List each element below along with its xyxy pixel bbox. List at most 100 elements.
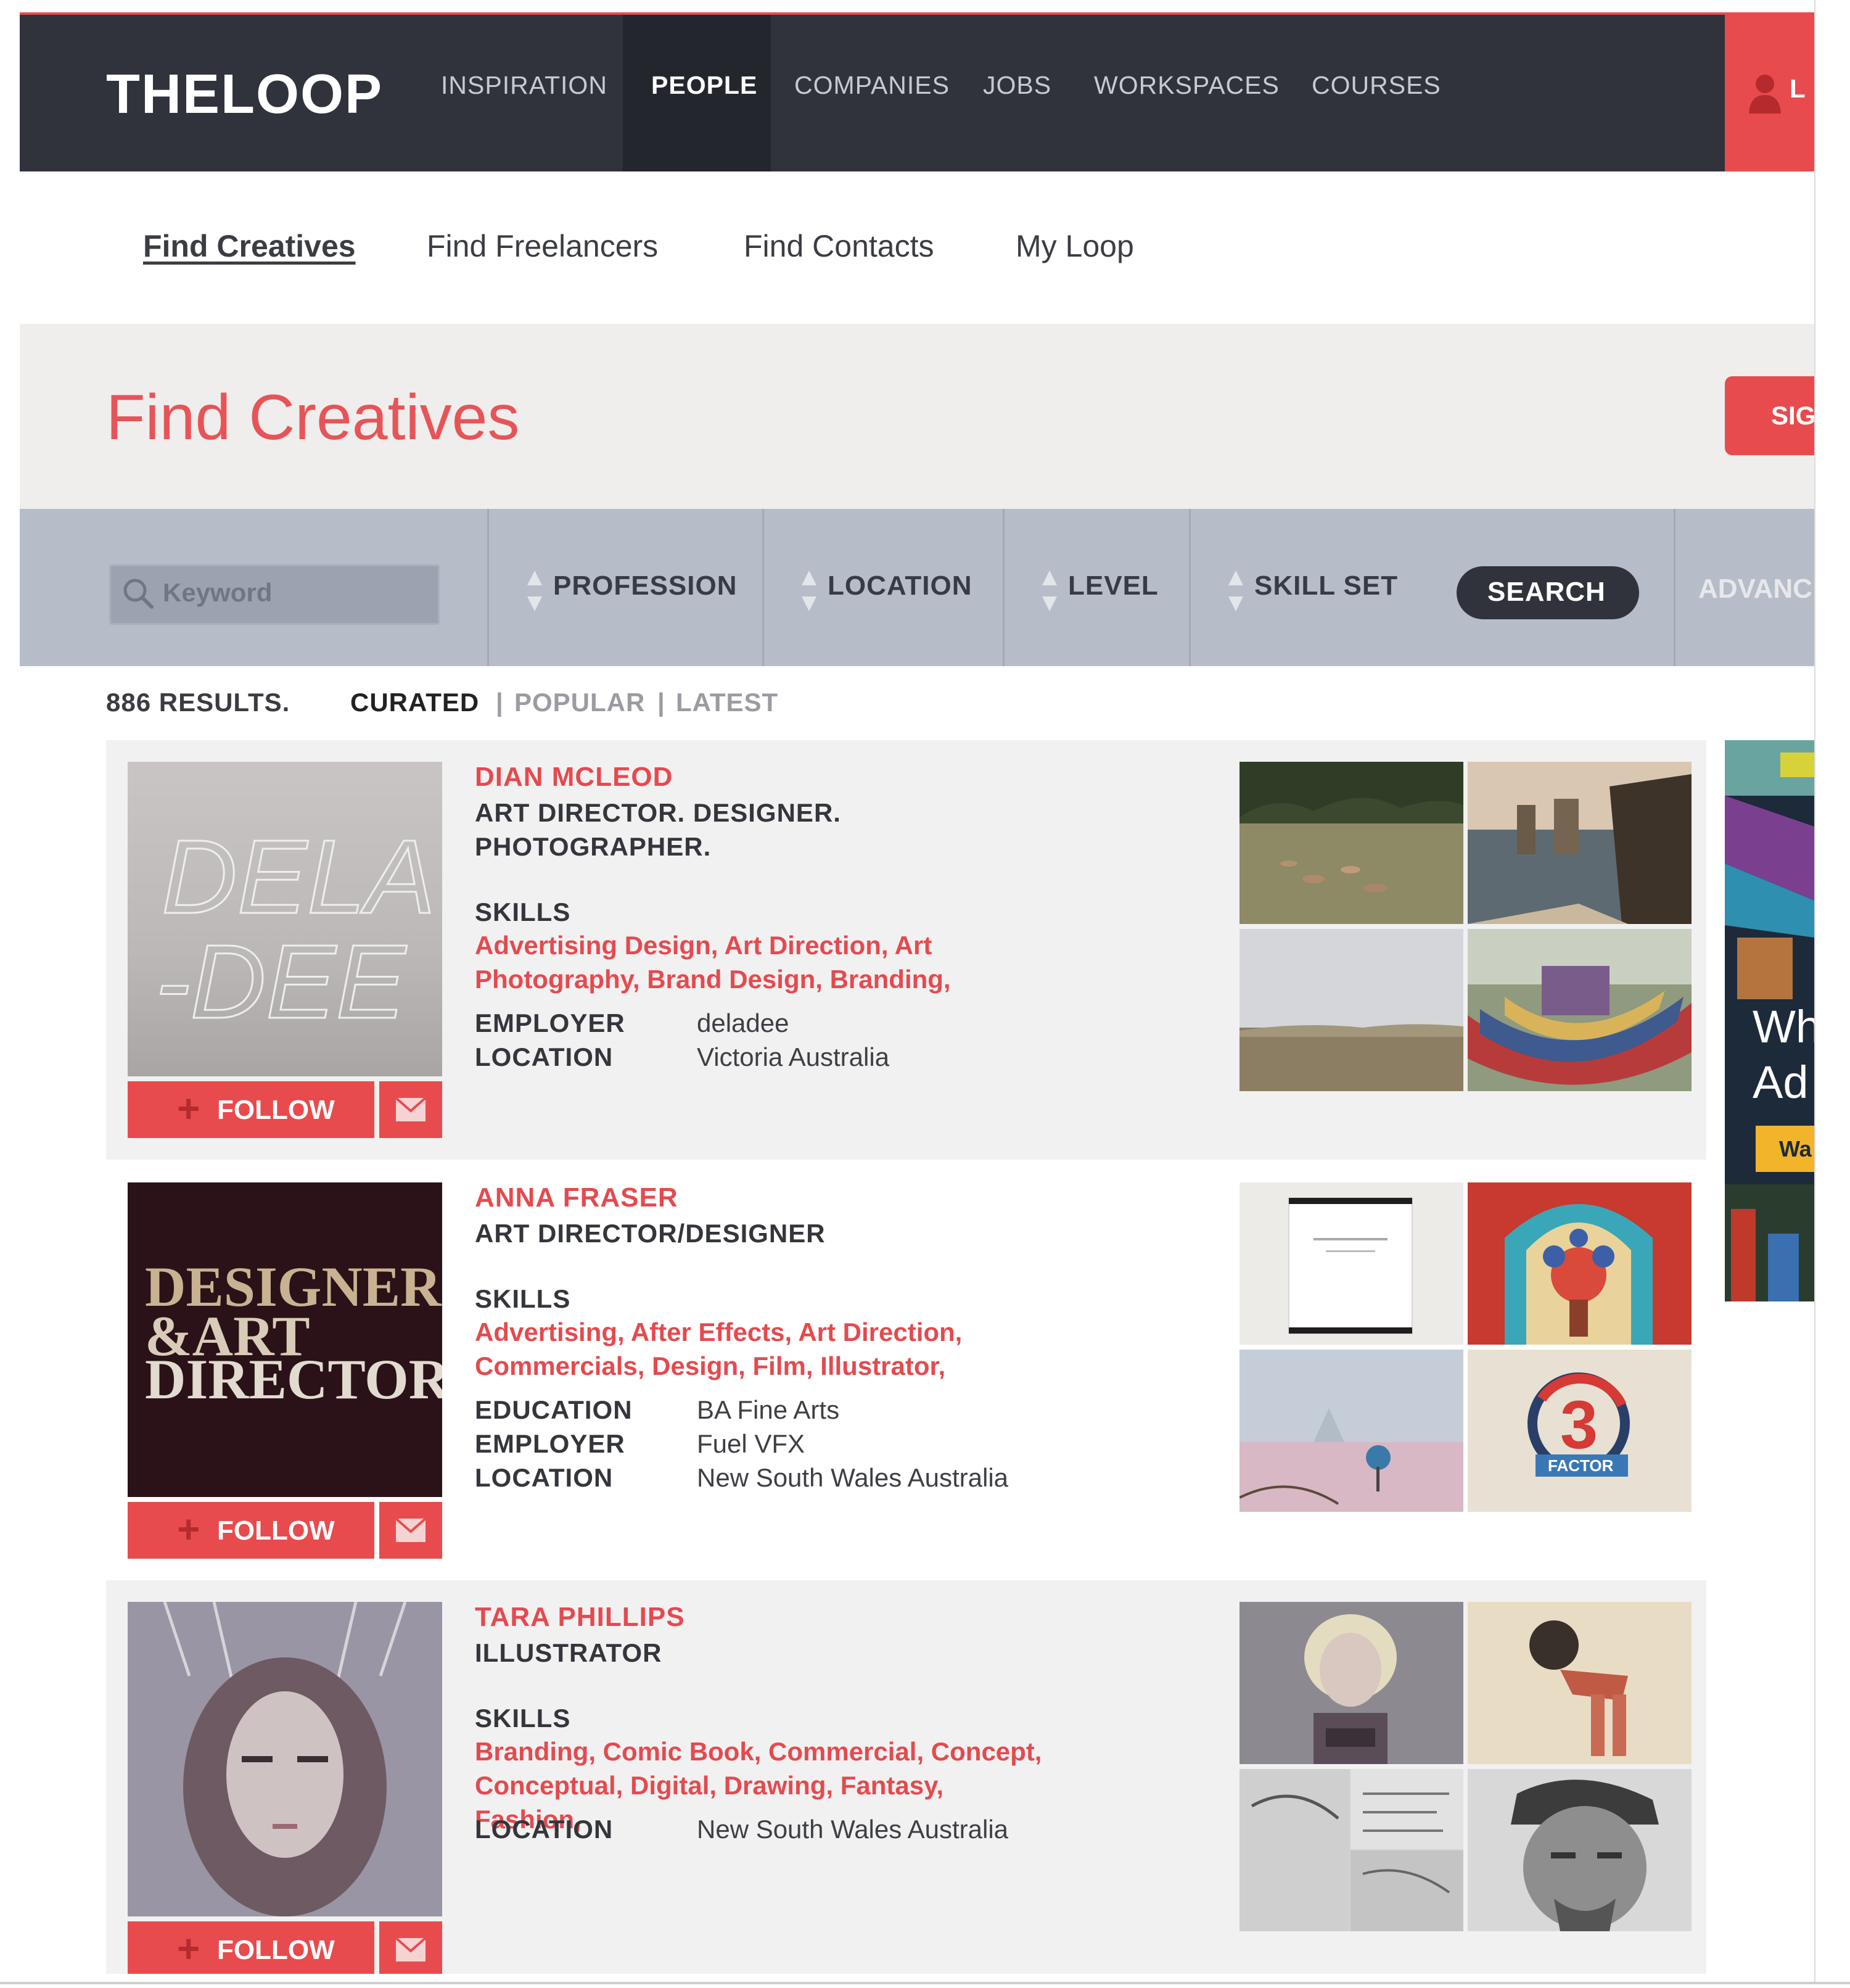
detail-label: LOCATION: [475, 1815, 614, 1844]
role-line: PHOTOGRAPHER.: [475, 832, 712, 861]
sort-curated[interactable]: CURATED: [350, 688, 479, 717]
nav-people[interactable]: PEOPLE: [651, 71, 757, 100]
portfolio-thumbnail[interactable]: [1468, 762, 1692, 924]
creative-role: ART DIRECTOR/DESIGNER: [475, 1216, 906, 1250]
portfolio-thumbnail[interactable]: [1468, 1182, 1692, 1345]
message-button[interactable]: [379, 1081, 442, 1138]
skills-heading: SKILLS: [475, 897, 571, 926]
follow-button[interactable]: + FOLLOW: [128, 1921, 374, 1974]
subnav-find-creatives[interactable]: Find Creatives: [143, 228, 356, 264]
frame-border: [1814, 0, 1815, 1983]
portfolio-thumbnail[interactable]: [1240, 1602, 1463, 1764]
follow-button[interactable]: + FOLLOW: [128, 1502, 374, 1559]
filter-divider: [762, 509, 764, 666]
filter-divider: [1003, 509, 1005, 666]
ad-text: Wh: [1753, 1001, 1814, 1052]
nav-workspaces[interactable]: WORKSPACES: [1094, 71, 1280, 100]
search-button-label: SEARCH: [1487, 577, 1606, 607]
avatar[interactable]: DELA -DEE: [128, 762, 442, 1076]
search-icon: [123, 579, 154, 609]
avatar[interactable]: [128, 1602, 442, 1916]
nav-inspiration[interactable]: INSPIRATION: [441, 71, 607, 100]
follow-button[interactable]: + FOLLOW: [128, 1081, 374, 1138]
role-line: ART DIRECTOR. DESIGNER.: [475, 798, 841, 827]
top-accent-line: [20, 12, 1814, 15]
detail-label: EDUCATION: [475, 1395, 633, 1424]
message-button[interactable]: [379, 1502, 442, 1559]
frame-border: [0, 1982, 1850, 1984]
subnav-my-loop[interactable]: My Loop: [1016, 228, 1134, 264]
creative-card: + FOLLOW TARA PHILLIPS ILLUSTRATOR SKILL…: [106, 1580, 1706, 1974]
sort-arrows-icon: [802, 571, 816, 611]
avatar-text: DIRECTOR: [145, 1348, 442, 1411]
role-line: ART DIRECTOR/DESIGNER: [475, 1219, 826, 1248]
skills-list: Advertising Design, Art Direction, Art P…: [475, 928, 1042, 996]
nav-jobs[interactable]: JOBS: [983, 71, 1051, 100]
creative-card: DELA -DEE + FOLLOW DIAN MCLEOD ART DIREC…: [106, 740, 1706, 1160]
login-label: L: [1790, 74, 1806, 103]
plus-icon: +: [177, 1507, 200, 1551]
portfolio-thumbnail[interactable]: [1468, 1602, 1692, 1764]
skills-heading: SKILLS: [475, 1284, 571, 1313]
subnav-find-freelancers[interactable]: Find Freelancers: [427, 228, 658, 264]
skills-line: Advertising Design, Art Direction, Art: [475, 931, 932, 960]
portfolio-thumbnail[interactable]: [1468, 929, 1692, 1091]
sort-popular[interactable]: POPULAR: [514, 688, 645, 717]
filter-divider: [1189, 509, 1191, 666]
skills-list: Advertising, After Effects, Art Directio…: [475, 1315, 1042, 1383]
skills-line: Photography, Brand Design, Branding,: [475, 965, 951, 994]
detail-value: Victoria Australia: [697, 1042, 890, 1071]
portfolio-thumbnail[interactable]: [1240, 1182, 1463, 1345]
page: THELOOP INSPIRATION PEOPLE COMPANIES JOB…: [20, 12, 1814, 1974]
keyword-input[interactable]: [162, 571, 423, 615]
follow-label: FOLLOW: [217, 1935, 335, 1965]
creative-name[interactable]: TARA PHILLIPS: [475, 1602, 685, 1633]
sort-arrows-icon: [527, 571, 542, 611]
detail-label: EMPLOYER: [475, 1429, 625, 1458]
creative-name[interactable]: DIAN MCLEOD: [475, 762, 673, 793]
message-button[interactable]: [379, 1921, 442, 1974]
detail-value: BA Fine Arts: [697, 1395, 840, 1424]
nav-companies[interactable]: COMPANIES: [794, 71, 950, 100]
skills-line: Branding, Comic Book, Commercial, Concep…: [475, 1737, 1042, 1766]
filter-skill-set[interactable]: SKILL SET: [1254, 571, 1398, 601]
sort-arrows-icon: [1042, 571, 1057, 611]
mail-icon: [395, 1937, 426, 1961]
filter-profession[interactable]: PROFESSION: [553, 571, 738, 601]
creative-card: DESIGNER &ART DIRECTOR + FOLLOW ANNA FRA…: [106, 1161, 1706, 1580]
portfolio-thumbnail[interactable]: [1240, 1769, 1463, 1931]
detail-value: Fuel VFX: [697, 1429, 805, 1458]
sort-arrows-icon: [1228, 571, 1243, 611]
avatar-text: DELA: [162, 819, 435, 936]
advanced-search-link[interactable]: ADVANC: [1698, 574, 1812, 604]
side-advertisement[interactable]: Wh Ad Wa: [1725, 740, 1814, 1301]
mail-icon: [395, 1518, 426, 1542]
nav-courses[interactable]: COURSES: [1312, 71, 1441, 100]
filter-location[interactable]: LOCATION: [828, 571, 972, 601]
site-logo[interactable]: THELOOP: [106, 63, 383, 126]
role-line: ILLUSTRATOR: [475, 1638, 662, 1667]
filter-divider: [487, 509, 489, 666]
avatar[interactable]: DESIGNER &ART DIRECTOR: [128, 1182, 442, 1497]
filter-level[interactable]: LEVEL: [1068, 571, 1159, 601]
portfolio-thumbnail[interactable]: [1240, 1350, 1463, 1512]
subnav-find-contacts[interactable]: Find Contacts: [744, 228, 934, 264]
sort-latest[interactable]: LATEST: [676, 688, 778, 717]
thumb-text: FACTOR: [1548, 1456, 1614, 1475]
portfolio-thumbnail[interactable]: [1240, 929, 1463, 1091]
ad-text: Ad: [1753, 1057, 1809, 1108]
user-icon: [1749, 75, 1781, 113]
results-count: 886 RESULTS.: [106, 688, 290, 717]
portfolio-thumbnail[interactable]: [1240, 762, 1463, 924]
follow-label: FOLLOW: [217, 1095, 335, 1125]
detail-label: LOCATION: [475, 1042, 614, 1071]
skills-heading: SKILLS: [475, 1704, 571, 1733]
detail-value: deladee: [697, 1008, 789, 1037]
sort-separator: |: [657, 688, 665, 717]
portfolio-thumbnail[interactable]: [1468, 1769, 1692, 1931]
portfolio-thumbnail[interactable]: 3 FACTOR: [1468, 1350, 1692, 1512]
detail-label: EMPLOYER: [475, 1008, 625, 1037]
sort-separator: |: [496, 688, 504, 717]
detail-value: New South Wales Australia: [697, 1463, 1009, 1492]
creative-name[interactable]: ANNA FRASER: [475, 1182, 678, 1213]
